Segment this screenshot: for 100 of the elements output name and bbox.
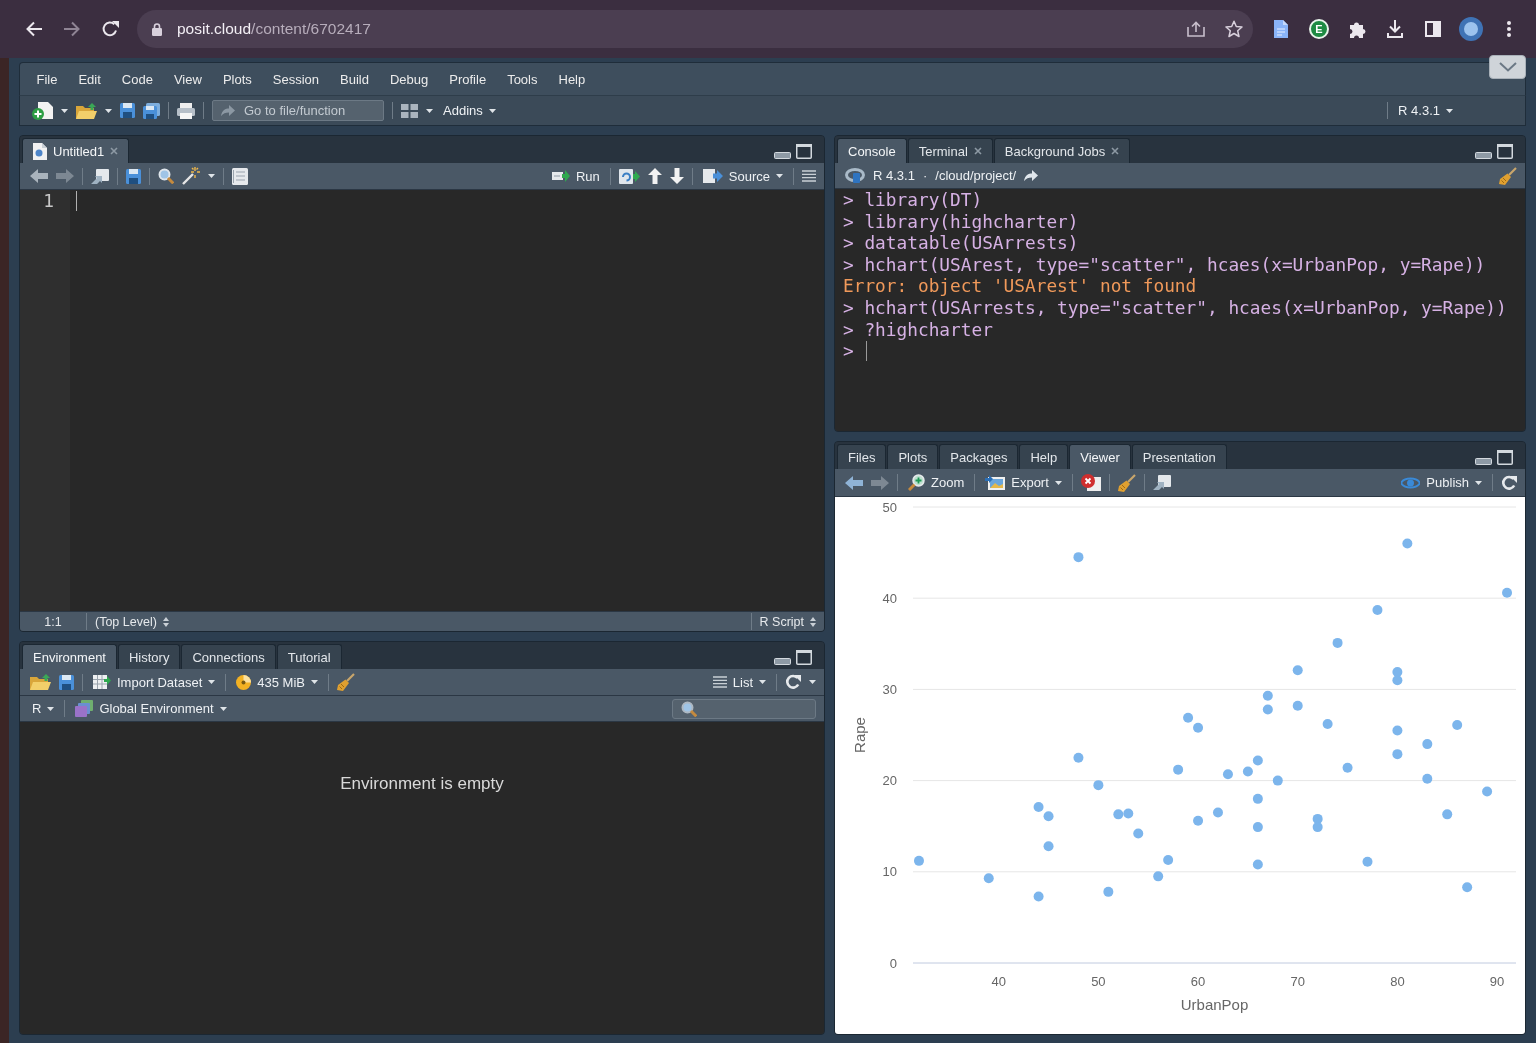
- close-icon[interactable]: [1111, 147, 1120, 155]
- scope-menu[interactable]: (Top Level): [87, 614, 177, 629]
- puzzle-icon[interactable]: [1348, 20, 1366, 38]
- file-type-menu[interactable]: R Script: [751, 614, 824, 629]
- environment-menu[interactable]: Global Environment: [73, 697, 229, 720]
- tab[interactable]: Connections: [181, 644, 276, 669]
- menu-item[interactable]: File: [26, 67, 68, 91]
- menu-item[interactable]: Help: [548, 67, 596, 91]
- language-menu[interactable]: R: [30, 697, 57, 720]
- broom-icon[interactable]: [1117, 473, 1136, 492]
- r-version-menu[interactable]: R 4.3.1: [1396, 99, 1455, 122]
- left-arrow-icon[interactable]: [845, 475, 863, 490]
- save-icon[interactable]: [120, 103, 135, 118]
- tab[interactable]: Files: [837, 444, 887, 469]
- open-folder-icon[interactable]: [76, 102, 97, 119]
- source-button[interactable]: Source: [700, 165, 785, 187]
- menu-item[interactable]: View: [163, 67, 213, 91]
- back-arrow-icon[interactable]: [25, 21, 43, 37]
- menu-item[interactable]: Plots: [212, 67, 263, 91]
- tab[interactable]: Plots: [887, 444, 939, 469]
- tab[interactable]: Packages: [939, 444, 1019, 469]
- avatar-icon[interactable]: [1459, 17, 1483, 41]
- menu-item[interactable]: Profile: [438, 67, 497, 91]
- reload-icon[interactable]: [101, 20, 119, 38]
- rerun-icon[interactable]: [618, 168, 640, 184]
- tab[interactable]: Presentation: [1131, 444, 1227, 469]
- refresh-icon[interactable]: [785, 674, 801, 690]
- collapse-button[interactable]: [1489, 55, 1526, 79]
- tab[interactable]: Background Jobs: [993, 138, 1131, 163]
- pop-out-icon[interactable]: [91, 168, 109, 184]
- run-button[interactable]: Run: [549, 165, 602, 187]
- tab[interactable]: Terminal: [907, 138, 993, 163]
- tab[interactable]: Tutorial: [276, 644, 342, 669]
- download-icon[interactable]: [1387, 20, 1403, 38]
- maximize-icon[interactable]: [796, 144, 812, 159]
- go-to-file-field[interactable]: Go to file/function: [212, 100, 384, 121]
- refresh-icon[interactable]: [1501, 474, 1517, 491]
- open-folder-icon[interactable]: [30, 674, 51, 690]
- menu-item[interactable]: Build: [329, 67, 380, 91]
- close-icon[interactable]: [110, 147, 119, 155]
- caret-icon[interactable]: [809, 680, 816, 684]
- addins-menu[interactable]: Addins: [441, 99, 498, 122]
- save-all-icon[interactable]: [143, 102, 160, 119]
- up-arrow-icon[interactable]: [647, 168, 662, 184]
- notebook-icon[interactable]: [232, 167, 248, 185]
- minimize-icon[interactable]: [1475, 152, 1492, 159]
- forward-arrow-icon[interactable]: [63, 21, 81, 37]
- tab[interactable]: Help: [1019, 444, 1069, 469]
- address-bar[interactable]: posit.cloud/content/6702417: [137, 10, 1253, 48]
- console-command: > library(DT): [843, 189, 984, 211]
- menu-item[interactable]: Tools: [496, 67, 548, 91]
- caret-icon[interactable]: [208, 174, 215, 178]
- left-arrow-icon[interactable]: [30, 169, 48, 183]
- grid-icon[interactable]: [401, 103, 418, 118]
- search-field[interactable]: [672, 698, 816, 719]
- memory-usage-button[interactable]: 435 MiB: [234, 671, 320, 693]
- zoom-button[interactable]: Zoom: [906, 471, 967, 494]
- star-icon[interactable]: [1225, 20, 1243, 38]
- tab[interactable]: Console: [837, 138, 907, 163]
- extension-button[interactable]: E: [1309, 19, 1329, 39]
- save-icon[interactable]: [126, 168, 141, 184]
- remove-icon[interactable]: [1080, 474, 1101, 491]
- maximize-icon[interactable]: [1497, 144, 1513, 159]
- import-dataset-button[interactable]: Import Dataset: [91, 671, 218, 693]
- caret-icon[interactable]: [105, 108, 112, 113]
- menu-item[interactable]: Edit: [67, 67, 112, 91]
- search-icon[interactable]: [158, 168, 174, 184]
- magic-wand-icon[interactable]: [182, 167, 200, 185]
- tab[interactable]: Viewer: [1069, 444, 1131, 469]
- menu-item[interactable]: Session: [262, 67, 330, 91]
- export-button[interactable]: Export: [983, 471, 1064, 494]
- printer-icon[interactable]: [177, 102, 195, 119]
- more-menu-icon[interactable]: [1507, 21, 1511, 37]
- console-prompt: >: [843, 340, 854, 362]
- menu-item[interactable]: Code: [111, 67, 164, 91]
- page-icon[interactable]: [1274, 20, 1288, 38]
- menu-item[interactable]: Debug: [379, 67, 439, 91]
- tab[interactable]: History: [118, 644, 181, 669]
- publish-button[interactable]: Publish: [1399, 471, 1484, 494]
- close-icon[interactable]: [973, 147, 982, 155]
- caret-icon[interactable]: [426, 108, 433, 113]
- maximize-icon[interactable]: [1497, 450, 1513, 465]
- pop-out-icon[interactable]: [1152, 475, 1171, 490]
- caret-icon[interactable]: [61, 108, 68, 113]
- broom-icon[interactable]: [1499, 166, 1517, 185]
- curved-arrow-icon[interactable]: [1024, 170, 1039, 181]
- new-file-icon[interactable]: [32, 101, 53, 120]
- lines-icon[interactable]: [802, 170, 816, 182]
- down-arrow-icon[interactable]: [669, 168, 684, 184]
- save-icon[interactable]: [59, 674, 74, 690]
- maximize-icon[interactable]: [796, 650, 812, 665]
- minimize-icon[interactable]: [1475, 458, 1492, 465]
- minimize-icon[interactable]: [774, 658, 791, 665]
- side-panel-icon[interactable]: [1425, 21, 1441, 37]
- tab[interactable]: Untitled1: [22, 138, 130, 163]
- tab[interactable]: Environment: [22, 644, 117, 669]
- share-icon[interactable]: [1187, 21, 1205, 37]
- minimize-icon[interactable]: [774, 152, 791, 159]
- view-mode-button[interactable]: List: [710, 671, 768, 693]
- broom-icon[interactable]: [336, 673, 355, 691]
